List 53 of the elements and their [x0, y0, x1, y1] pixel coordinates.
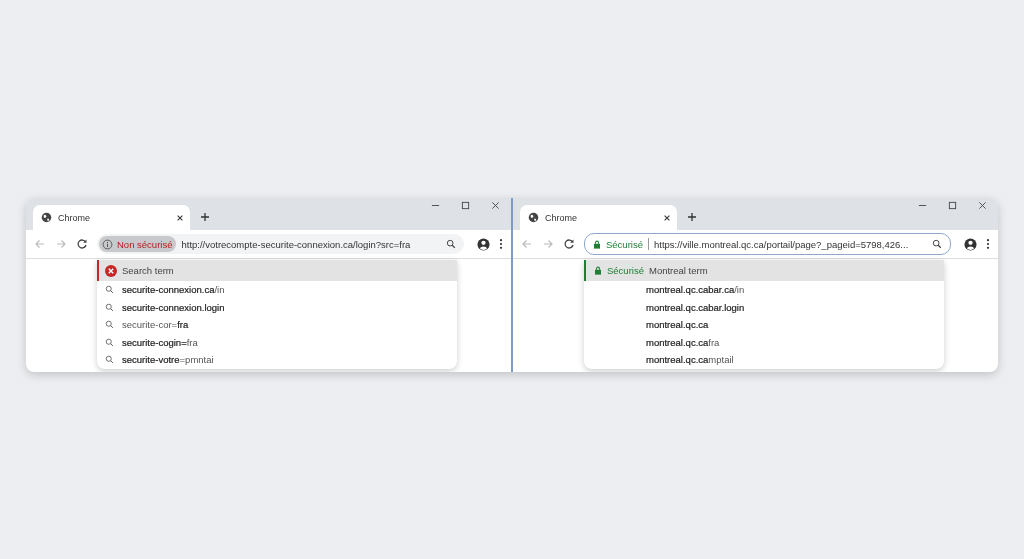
suggestion-item[interactable]: securite-connexion.login	[97, 298, 457, 316]
tab-title: Chrome	[545, 212, 578, 223]
reload-icon[interactable]	[563, 238, 575, 250]
suggestion-text: Search term	[122, 265, 174, 276]
globe-icon	[41, 212, 52, 223]
search-icon	[105, 320, 114, 330]
suggestion-item[interactable]: securite-cor=fra	[97, 316, 457, 334]
error-icon	[105, 264, 117, 277]
browser-tab[interactable]: Chrome	[33, 205, 190, 230]
suggestion-text: Montreal term	[648, 265, 708, 276]
search-icon	[105, 355, 114, 365]
reload-icon[interactable]	[76, 238, 88, 250]
new-tab-icon[interactable]	[200, 212, 210, 222]
close-icon[interactable]	[978, 201, 987, 210]
security-label: Sécurisé	[606, 238, 643, 250]
address-bar[interactable]: Non sécurisé http://votrecompte-securite-connexion.ca/login?src=fra	[97, 234, 464, 254]
close-tab-icon[interactable]	[176, 213, 184, 222]
browser-tab[interactable]: Chrome	[520, 205, 677, 230]
menu-icon[interactable]	[986, 238, 990, 250]
suggestion-item[interactable]: securite-votre=pmntai	[97, 351, 457, 369]
close-tab-icon[interactable]	[663, 213, 671, 222]
url-text: http://votrecompte-securite-connexion.ca/login?src=fra	[181, 238, 412, 250]
account-icon[interactable]	[964, 237, 977, 251]
new-tab-icon[interactable]	[687, 212, 697, 222]
search-icon	[105, 302, 114, 312]
search-icon[interactable]	[446, 239, 456, 249]
suggestion-item[interactable]: securite-cogin=fra	[97, 333, 457, 351]
close-icon[interactable]	[491, 201, 500, 210]
lock-icon	[594, 266, 602, 275]
suggestion-item[interactable]: montreal.qc.cabar.ca/in	[584, 281, 944, 299]
search-icon[interactable]	[932, 239, 942, 249]
suggestion-header[interactable]: Search term	[97, 260, 457, 281]
suggestion-item[interactable]: montreal.qc.cabar.login	[584, 298, 944, 316]
info-icon	[102, 238, 113, 250]
menu-icon[interactable]	[499, 238, 503, 250]
suggestion-item[interactable]: montreal.qc.cafra	[584, 333, 944, 351]
account-icon[interactable]	[477, 237, 490, 251]
search-icon	[105, 337, 114, 347]
suggestion-header[interactable]: Sécurisé Montreal term	[584, 260, 944, 281]
maximize-icon[interactable]	[948, 201, 957, 210]
suggestion-item[interactable]: securite-connexion.ca/in	[97, 281, 457, 299]
address-bar[interactable]: Sécurisé https://ville.montreal.qc.ca/portail/page?_pageid=5798,426...	[584, 233, 951, 255]
security-chip[interactable]: Non sécurisé	[99, 236, 177, 252]
url-text: https://ville.montreal.qc.ca/portail/page?_pageid=5798,426...	[653, 238, 910, 250]
search-icon	[105, 285, 114, 295]
security-label: Non sécurisé	[117, 238, 173, 250]
lock-icon	[593, 239, 601, 249]
tab-title: Chrome	[58, 212, 91, 223]
suggestion-item[interactable]: montreal.qc.ca	[584, 316, 944, 334]
suggestion-item[interactable]: montreal.qc.camptail	[584, 351, 944, 369]
security-label: Sécurisé	[607, 265, 644, 276]
maximize-icon[interactable]	[461, 201, 470, 210]
globe-icon	[528, 212, 539, 223]
